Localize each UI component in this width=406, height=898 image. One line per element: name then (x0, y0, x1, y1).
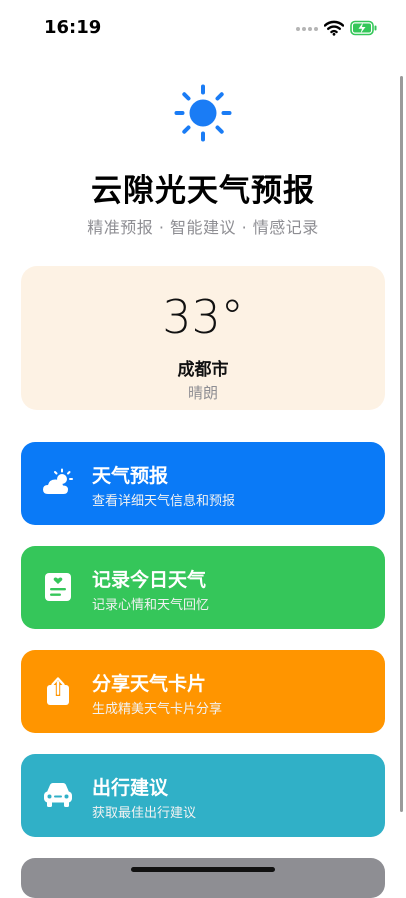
sun-icon (174, 84, 232, 142)
share-card-button[interactable]: 分享天气卡片 生成精美天气卡片分享 (21, 650, 385, 733)
forecast-button[interactable]: 天气预报 查看详细天气信息和预报 (21, 442, 385, 525)
status-time: 16:19 (44, 17, 102, 38)
wifi-icon (324, 20, 344, 36)
share-icon (47, 677, 69, 705)
status-bar: 16:19 (0, 0, 406, 56)
forecast-label: 天气预报 (92, 465, 169, 487)
battery-charging-icon (350, 20, 377, 36)
record-weather-subtitle: 记录心情和天气回忆 (92, 598, 210, 613)
share-card-subtitle: 生成精美天气卡片分享 (92, 702, 223, 717)
car-icon (44, 783, 72, 807)
city-name: 成都市 (177, 360, 229, 380)
current-weather-card: 33° 成都市 晴朗 (21, 266, 385, 410)
more-options-card[interactable] (21, 858, 385, 898)
travel-advice-label: 出行建议 (92, 777, 169, 799)
forecast-subtitle: 查看详细天气信息和预报 (92, 494, 236, 509)
home-indicator[interactable] (131, 867, 275, 872)
journal-icon (45, 573, 71, 601)
weather-condition: 晴朗 (187, 384, 218, 402)
app-title: 云隙光天气预报 (91, 173, 315, 209)
travel-advice-button[interactable]: 出行建议 获取最佳出行建议 (21, 754, 385, 837)
signal-dots-icon (296, 27, 318, 31)
cloud-sun-icon (43, 468, 73, 494)
app-subtitle: 精准预报 · 智能建议 · 情感记录 (87, 218, 319, 237)
temperature: 33° (162, 290, 244, 344)
share-card-label: 分享天气卡片 (92, 673, 207, 695)
travel-advice-subtitle: 获取最佳出行建议 (92, 806, 197, 821)
record-weather-button[interactable]: 记录今日天气 记录心情和天气回忆 (21, 546, 385, 629)
record-weather-label: 记录今日天气 (92, 569, 207, 591)
